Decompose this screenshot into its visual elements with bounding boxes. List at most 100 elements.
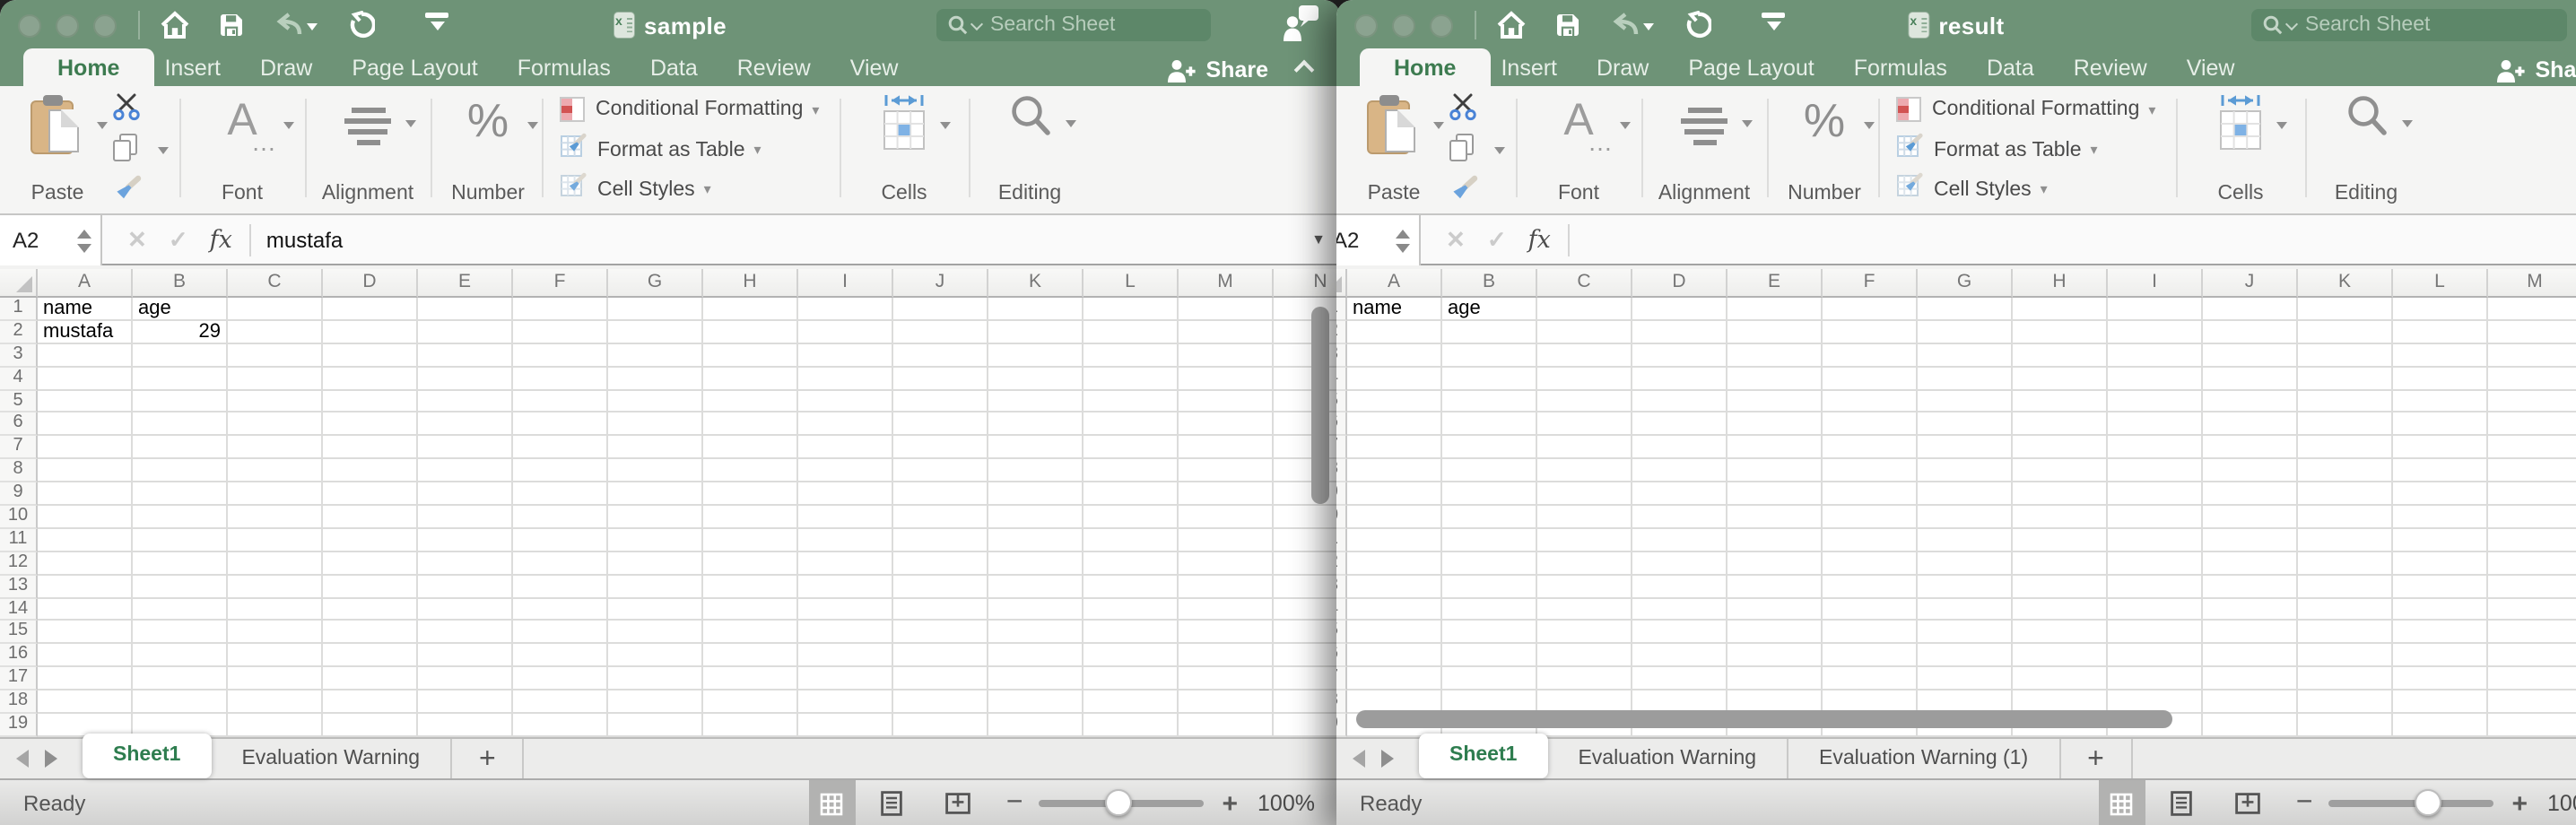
column-header-B[interactable]: B xyxy=(1442,269,1537,298)
cell-I2[interactable] xyxy=(2108,321,2203,344)
cell-J3[interactable] xyxy=(2203,344,2298,368)
cell-M17[interactable] xyxy=(2488,668,2576,691)
cell-M14[interactable] xyxy=(2488,598,2576,621)
cell-K17[interactable] xyxy=(988,668,1083,691)
search-scope-chevron-icon[interactable] xyxy=(970,17,983,30)
tab-page-layout[interactable]: Page Layout xyxy=(352,50,477,86)
cell-L15[interactable] xyxy=(2393,621,2488,645)
cell-A7[interactable] xyxy=(1347,437,1442,460)
cell-K19[interactable] xyxy=(988,714,1083,737)
editing-dropdown-icon[interactable] xyxy=(1066,120,1076,133)
cell-H8[interactable] xyxy=(703,459,798,482)
column-header-B[interactable]: B xyxy=(133,269,228,298)
cell-E14[interactable] xyxy=(418,598,513,621)
cell-F19[interactable] xyxy=(513,714,608,737)
cell-J2[interactable] xyxy=(2203,321,2298,344)
select-all-corner[interactable] xyxy=(0,269,38,298)
cell-M2[interactable] xyxy=(2488,321,2576,344)
cell-E8[interactable] xyxy=(418,459,513,482)
cell-A18[interactable] xyxy=(38,690,133,714)
cell-K14[interactable] xyxy=(988,598,1083,621)
cell-F13[interactable] xyxy=(1823,575,1918,598)
cell-A16[interactable] xyxy=(38,645,133,668)
cell-D15[interactable] xyxy=(323,621,418,645)
home-icon[interactable] xyxy=(160,11,190,39)
cell-D2[interactable] xyxy=(323,321,418,344)
row-header-8[interactable]: 8 xyxy=(0,459,38,482)
cell-N3[interactable] xyxy=(1274,344,1340,368)
column-header-C[interactable]: C xyxy=(228,269,323,298)
cell-F17[interactable] xyxy=(513,668,608,691)
cell-H8[interactable] xyxy=(2013,459,2108,482)
cell-I1[interactable] xyxy=(2108,298,2203,321)
cell-E5[interactable] xyxy=(1727,390,1823,413)
cell-E17[interactable] xyxy=(418,668,513,691)
row-header-14[interactable]: 14 xyxy=(1336,598,1347,621)
cell-D12[interactable] xyxy=(1632,552,1727,576)
cell-H12[interactable] xyxy=(2013,552,2108,576)
cell-D11[interactable] xyxy=(323,529,418,552)
row-header-19[interactable]: 19 xyxy=(0,714,38,737)
cell-A6[interactable] xyxy=(1347,413,1442,437)
cell-A10[interactable] xyxy=(1347,506,1442,529)
cell-C12[interactable] xyxy=(1537,552,1632,576)
cell-M3[interactable] xyxy=(2488,344,2576,368)
cell-B13[interactable] xyxy=(1442,575,1537,598)
cell-G1[interactable] xyxy=(1918,298,2013,321)
cell-E6[interactable] xyxy=(1727,413,1823,437)
cell-L5[interactable] xyxy=(1083,390,1179,413)
font-dropdown-icon[interactable] xyxy=(1620,122,1631,135)
cell-H15[interactable] xyxy=(703,621,798,645)
copy-dropdown-icon[interactable] xyxy=(158,147,169,160)
cell-H9[interactable] xyxy=(2013,482,2108,506)
cell-C5[interactable] xyxy=(1537,390,1632,413)
cell-I5[interactable] xyxy=(798,390,893,413)
cell-K15[interactable] xyxy=(988,621,1083,645)
column-header-N[interactable]: N xyxy=(1274,269,1340,298)
cell-L7[interactable] xyxy=(2393,437,2488,460)
cell-C3[interactable] xyxy=(228,344,323,368)
row-header-10[interactable]: 10 xyxy=(0,506,38,529)
close-window-button[interactable] xyxy=(18,13,41,37)
cell-D13[interactable] xyxy=(1632,575,1727,598)
column-header-C[interactable]: C xyxy=(1537,269,1632,298)
cell-E10[interactable] xyxy=(418,506,513,529)
alignment-group-button[interactable]: Alignment xyxy=(316,91,420,208)
cell-E9[interactable] xyxy=(418,482,513,506)
cell-K1[interactable] xyxy=(2298,298,2393,321)
cell-H4[interactable] xyxy=(703,367,798,390)
row-header-9[interactable]: 9 xyxy=(1336,482,1347,506)
cell-F9[interactable] xyxy=(1823,482,1918,506)
editing-group-button[interactable]: Editing xyxy=(983,91,1076,208)
cell-E3[interactable] xyxy=(1727,344,1823,368)
home-icon[interactable] xyxy=(1496,11,1527,39)
cell-L13[interactable] xyxy=(1083,575,1179,598)
cell-G9[interactable] xyxy=(1918,482,2013,506)
cell-I17[interactable] xyxy=(798,668,893,691)
cell-J16[interactable] xyxy=(2203,645,2298,668)
cell-J2[interactable] xyxy=(893,321,988,344)
cell-G12[interactable] xyxy=(1918,552,2013,576)
cell-K19[interactable] xyxy=(2298,714,2393,737)
cell-H5[interactable] xyxy=(703,390,798,413)
cell-H11[interactable] xyxy=(703,529,798,552)
cells-dropdown-icon[interactable] xyxy=(940,122,951,135)
cell-I4[interactable] xyxy=(2108,367,2203,390)
cell-A8[interactable] xyxy=(1347,459,1442,482)
cell-A9[interactable] xyxy=(38,482,133,506)
cell-H7[interactable] xyxy=(703,437,798,460)
cell-K9[interactable] xyxy=(988,482,1083,506)
cell-N11[interactable] xyxy=(1274,529,1340,552)
cell-K16[interactable] xyxy=(2298,645,2393,668)
cell-styles-button[interactable]: Cell Styles ▾ xyxy=(560,170,819,211)
row-header-15[interactable]: 15 xyxy=(1336,621,1347,645)
cell-M1[interactable] xyxy=(1179,298,1274,321)
cell-M10[interactable] xyxy=(1179,506,1274,529)
cell-M11[interactable] xyxy=(2488,529,2576,552)
cell-F4[interactable] xyxy=(1823,367,1918,390)
cell-L4[interactable] xyxy=(1083,367,1179,390)
cell-G5[interactable] xyxy=(1918,390,2013,413)
cell-F18[interactable] xyxy=(513,690,608,714)
cell-B18[interactable] xyxy=(133,690,228,714)
cell-I10[interactable] xyxy=(2108,506,2203,529)
